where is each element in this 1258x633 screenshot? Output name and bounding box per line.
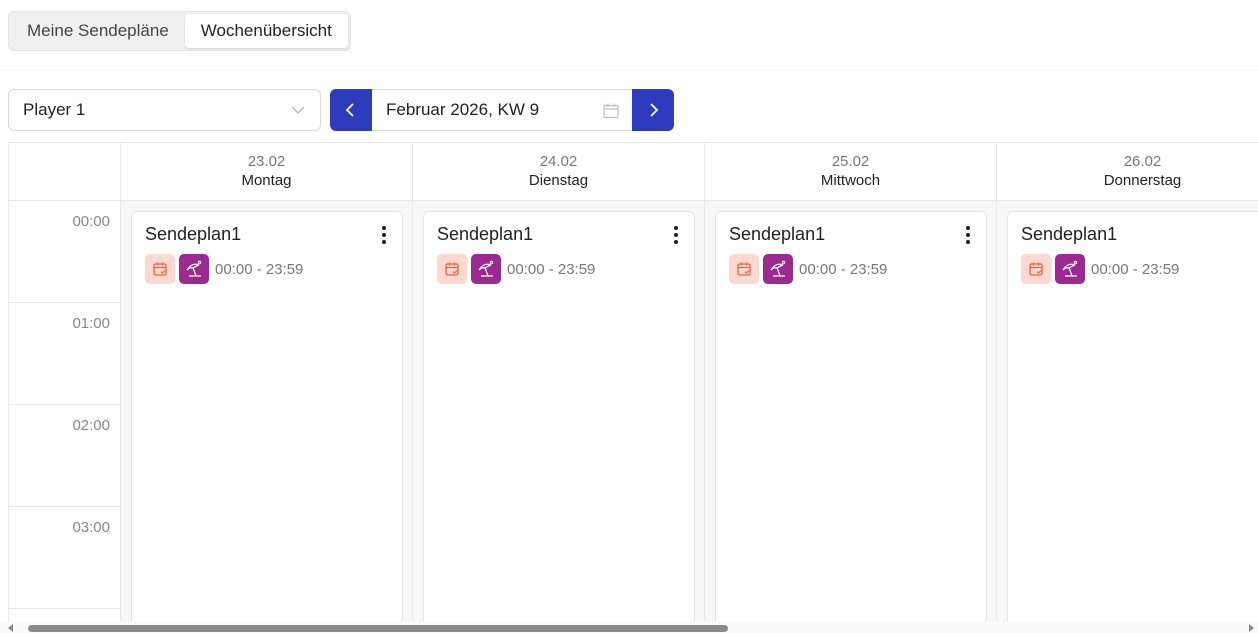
week-navigation: Februar 2026, KW 9 — [330, 89, 674, 131]
schedule-title: Sendeplan1 — [437, 224, 534, 244]
scrollbar-thumb[interactable] — [28, 625, 728, 632]
week-calendar: 23.02 Montag 24.02 Dienstag 25.02 Mittwo… — [8, 142, 1258, 622]
schedule-card[interactable]: Sendeplan1 00:00 - 23:59 — [131, 211, 403, 622]
beach-umbrella-icon — [763, 254, 793, 284]
schedule-title: Sendeplan1 — [145, 224, 242, 244]
schedule-meta: 00:00 - 23:59 — [729, 254, 887, 284]
horizontal-scrollbar[interactable] — [0, 622, 1258, 633]
day-date: 24.02 — [539, 153, 578, 170]
day-column-wednesday: Sendeplan1 00:00 - 23:59 — [705, 201, 997, 622]
schedule-meta: 00:00 - 23:59 — [437, 254, 595, 284]
time-label: 02:00 — [72, 417, 110, 434]
time-slot: 03:00 — [9, 507, 120, 609]
calendar-check-icon — [145, 254, 175, 284]
day-header-thursday: 26.02 Donnerstag — [997, 143, 1258, 201]
schedule-card[interactable]: Sendeplan1 00:00 - 23:59 — [715, 211, 987, 622]
tab-meine-sendeplaene[interactable]: Meine Sendepläne — [11, 14, 185, 48]
week-picker-value: Februar 2026, KW 9 — [386, 100, 540, 119]
schedule-time: 00:00 - 23:59 — [799, 260, 888, 278]
chevron-right-icon — [650, 103, 659, 117]
time-slot: 02:00 — [9, 405, 120, 507]
previous-week-button[interactable] — [330, 89, 372, 131]
day-name: Montag — [241, 172, 292, 189]
day-column-thursday: Sendeplan1 00:00 - 23:59 — [997, 201, 1258, 622]
grid-corner — [9, 143, 121, 201]
beach-umbrella-icon — [1055, 254, 1085, 284]
tab-wochenuebersicht[interactable]: Wochenübersicht — [184, 14, 348, 48]
day-name: Donnerstag — [1103, 172, 1182, 189]
schedule-title: Sendeplan1 — [729, 224, 826, 244]
next-week-button[interactable] — [632, 89, 674, 131]
schedule-title: Sendeplan1 — [1021, 224, 1118, 244]
calendar-check-icon — [729, 254, 759, 284]
time-label: 03:00 — [72, 519, 110, 536]
chevron-down-icon — [291, 106, 305, 114]
time-slot: 00:00 — [9, 201, 120, 303]
scroll-left-arrow-icon[interactable] — [8, 624, 13, 632]
calendar-check-icon — [437, 254, 467, 284]
schedule-time: 00:00 - 23:59 — [1091, 260, 1180, 278]
week-picker[interactable]: Februar 2026, KW 9 — [372, 89, 632, 131]
divider — [0, 70, 1258, 71]
day-name: Dienstag — [528, 172, 589, 189]
day-date: 23.02 — [247, 153, 286, 170]
player-select-value: Player 1 — [23, 100, 86, 119]
beach-umbrella-icon — [179, 254, 209, 284]
day-name: Mittwoch — [820, 172, 881, 189]
day-date: 25.02 — [831, 153, 870, 170]
player-select[interactable]: Player 1 — [8, 89, 321, 131]
day-date: 26.02 — [1123, 153, 1162, 170]
time-label: 01:00 — [72, 315, 110, 332]
day-header-monday: 23.02 Montag — [121, 143, 413, 201]
beach-umbrella-icon — [471, 254, 501, 284]
chevron-left-icon — [345, 103, 354, 117]
day-column-monday: Sendeplan1 00:00 - 23:59 — [121, 201, 413, 622]
schedule-time: 00:00 - 23:59 — [507, 260, 596, 278]
more-vertical-icon[interactable] — [374, 224, 394, 246]
time-column: 00:00 01:00 02:00 03:00 — [9, 201, 121, 622]
more-vertical-icon[interactable] — [958, 224, 978, 246]
time-slot: 01:00 — [9, 303, 120, 405]
schedule-meta: 00:00 - 23:59 — [145, 254, 303, 284]
calendar-icon — [603, 103, 619, 119]
calendar-check-icon — [1021, 254, 1051, 284]
more-vertical-icon[interactable] — [666, 224, 686, 246]
view-tabs: Meine Sendepläne Wochenübersicht — [8, 11, 351, 51]
more-vertical-icon[interactable] — [1250, 224, 1258, 246]
scroll-right-arrow-icon[interactable] — [1249, 624, 1254, 632]
day-header-wednesday: 25.02 Mittwoch — [705, 143, 997, 201]
time-label: 00:00 — [72, 213, 110, 230]
schedule-card[interactable]: Sendeplan1 00:00 - 23:59 — [1007, 211, 1258, 622]
day-header-tuesday: 24.02 Dienstag — [413, 143, 705, 201]
schedule-time: 00:00 - 23:59 — [215, 260, 304, 278]
day-column-tuesday: Sendeplan1 00:00 - 23:59 — [413, 201, 705, 622]
schedule-meta: 00:00 - 23:59 — [1021, 254, 1179, 284]
schedule-card[interactable]: Sendeplan1 00:00 - 23:59 — [423, 211, 695, 622]
